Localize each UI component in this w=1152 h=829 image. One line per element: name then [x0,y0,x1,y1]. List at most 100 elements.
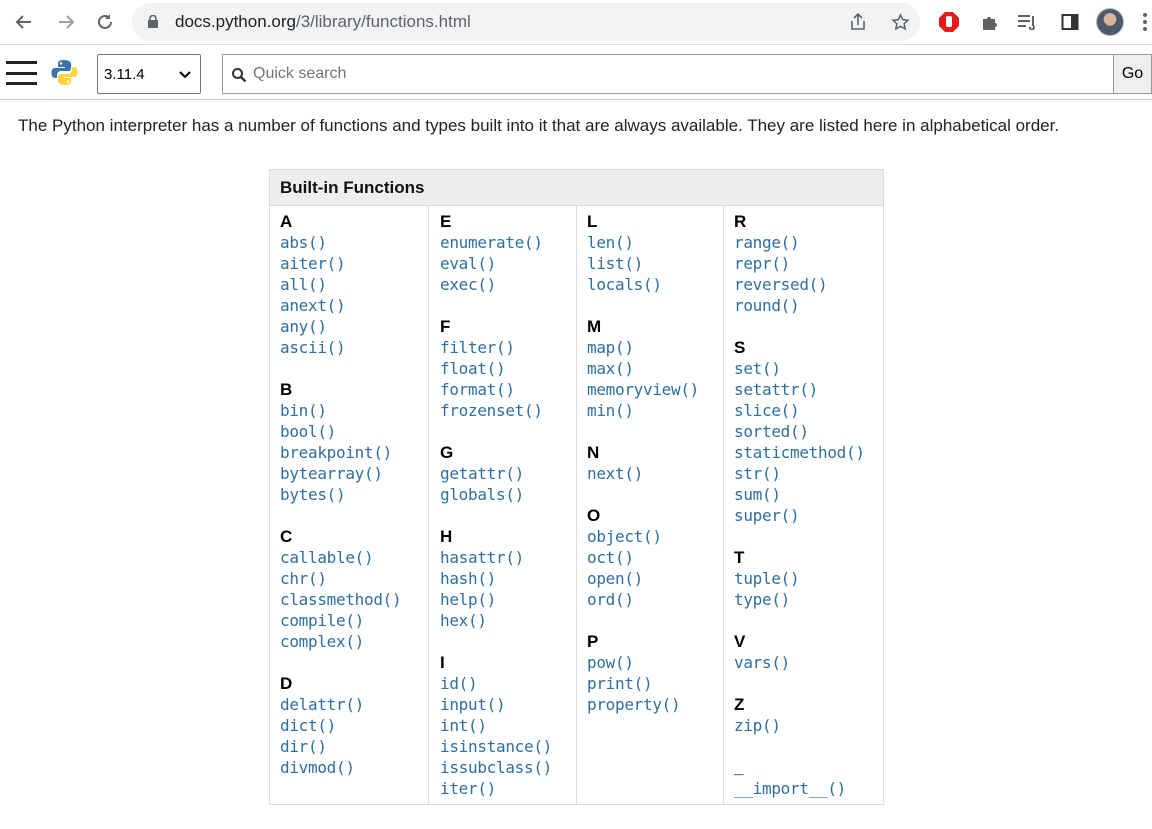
function-link[interactable]: float() [440,358,576,379]
function-link[interactable]: help() [440,589,576,610]
function-link[interactable]: open() [587,568,723,589]
function-link[interactable]: bytes() [280,484,428,505]
function-link[interactable]: zip() [734,715,883,736]
reading-list-icon[interactable] [1016,9,1040,35]
share-icon[interactable] [847,11,869,33]
function-link[interactable]: repr() [734,253,883,274]
function-link[interactable]: complex() [280,631,428,652]
function-link[interactable]: getattr() [440,463,576,484]
function-link[interactable]: round() [734,295,883,316]
function-link[interactable]: any() [280,316,428,337]
function-link[interactable]: staticmethod() [734,442,883,463]
function-link[interactable]: vars() [734,652,883,673]
go-button[interactable]: Go [1113,54,1152,94]
reload-icon[interactable] [90,7,120,37]
function-link[interactable]: str() [734,463,883,484]
function-link[interactable]: format() [440,379,576,400]
side-panel-icon[interactable] [1058,9,1082,35]
function-link[interactable]: reversed() [734,274,883,295]
function-link[interactable]: __import__() [734,778,883,799]
function-link[interactable]: enumerate() [440,232,576,253]
function-link[interactable]: breakpoint() [280,442,428,463]
bookmark-star-icon[interactable] [889,11,911,33]
function-link[interactable]: min() [587,400,723,421]
function-link[interactable]: bytearray() [280,463,428,484]
function-link[interactable]: range() [734,232,883,253]
hamburger-menu-icon[interactable] [6,61,37,85]
letter-heading: E [440,212,452,231]
function-link[interactable]: ord() [587,589,723,610]
function-link[interactable]: anext() [280,295,428,316]
function-link[interactable]: bool() [280,421,428,442]
address-bar[interactable]: docs.python.org/3/library/functions.html [132,3,920,41]
search-input[interactable] [253,61,1093,87]
function-link[interactable]: list() [587,253,723,274]
letter-heading: M [587,317,602,336]
extensions-puzzle-icon[interactable] [978,9,1002,35]
function-link[interactable]: oct() [587,547,723,568]
function-link[interactable]: eval() [440,253,576,274]
function-link[interactable]: dir() [280,736,428,757]
function-link[interactable]: globals() [440,484,576,505]
function-link[interactable]: super() [734,505,883,526]
function-link[interactable]: divmod() [280,757,428,778]
function-link[interactable]: property() [587,694,723,715]
function-link[interactable]: sum() [734,484,883,505]
function-link[interactable]: memoryview() [587,379,723,400]
function-link[interactable]: bin() [280,400,428,421]
function-link[interactable]: set() [734,358,883,379]
letter-heading: R [734,212,747,231]
function-link[interactable]: compile() [280,610,428,631]
function-link[interactable]: frozenset() [440,400,576,421]
forward-icon[interactable] [51,7,81,37]
letter-heading: Z [734,695,745,714]
chevron-down-icon [179,71,191,79]
function-link[interactable]: tuple() [734,568,883,589]
function-link[interactable]: map() [587,337,723,358]
function-link[interactable]: exec() [440,274,576,295]
function-link[interactable]: slice() [734,400,883,421]
function-link[interactable]: id() [440,673,576,694]
version-select[interactable]: 3.11.4 [97,54,201,94]
function-link[interactable]: len() [587,232,723,253]
function-link[interactable]: setattr() [734,379,883,400]
function-link[interactable]: hex() [440,610,576,631]
function-link[interactable]: hasattr() [440,547,576,568]
function-link[interactable]: issubclass() [440,757,576,778]
function-link[interactable]: isinstance() [440,736,576,757]
profile-avatar[interactable] [1096,8,1124,36]
function-link[interactable]: delattr() [280,694,428,715]
function-link[interactable]: hash() [440,568,576,589]
function-link[interactable]: sorted() [734,421,883,442]
function-link[interactable]: locals() [587,274,723,295]
function-link[interactable]: object() [587,526,723,547]
function-link[interactable]: aiter() [280,253,428,274]
function-link[interactable]: iter() [440,778,576,799]
function-link[interactable]: callable() [280,547,428,568]
back-icon[interactable] [9,7,39,37]
function-link[interactable]: input() [440,694,576,715]
function-link[interactable]: int() [440,715,576,736]
function-link[interactable]: classmethod() [280,589,428,610]
function-link[interactable]: pow() [587,652,723,673]
function-link[interactable]: next() [587,463,723,484]
function-link[interactable]: all() [280,274,428,295]
function-link[interactable]: type() [734,589,883,610]
function-link[interactable]: chr() [280,568,428,589]
function-link[interactable]: max() [587,358,723,379]
function-link[interactable]: print() [587,673,723,694]
function-link[interactable]: dict() [280,715,428,736]
function-link[interactable]: ascii() [280,337,428,358]
function-link[interactable]: abs() [280,232,428,253]
kebab-menu-icon[interactable] [1140,8,1150,36]
python-logo-icon[interactable] [51,59,78,86]
function-link[interactable]: filter() [440,337,576,358]
adblock-icon[interactable] [937,9,961,35]
